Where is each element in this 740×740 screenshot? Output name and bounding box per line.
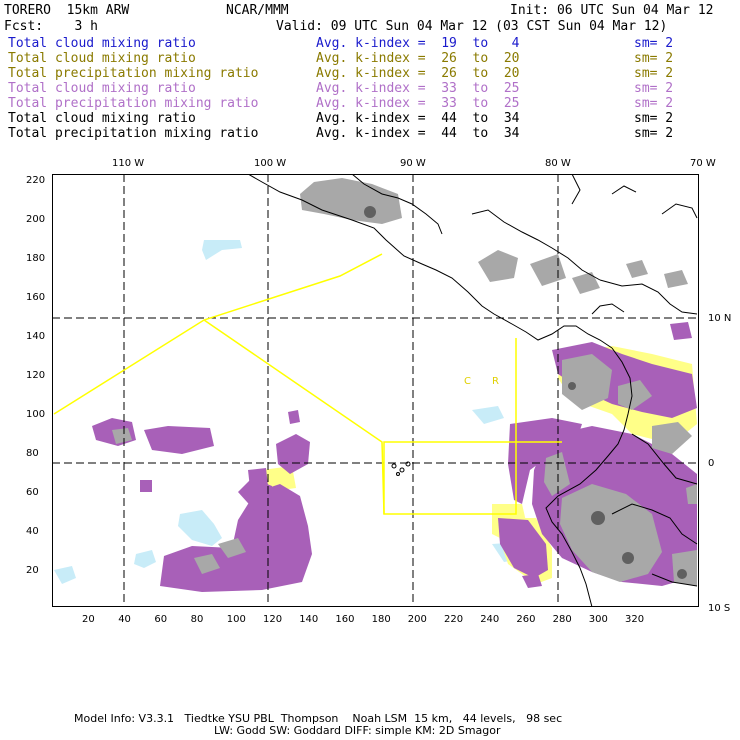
forecast-map: C R [52, 174, 699, 607]
y-grid-label: 200 [26, 214, 46, 225]
legend-field-name: Total precipitation mixing ratio [8, 96, 259, 111]
x-grid-label: 220 [444, 614, 464, 625]
x-grid-label: 40 [118, 614, 131, 625]
lon-label-80w: 80 W [545, 158, 571, 169]
lon-label-100w: 100 W [254, 158, 287, 169]
legend-kindex: Avg. k-index = 26 to 20 [316, 66, 520, 81]
valid-time: Valid: 09 UTC Sun 04 Mar 12 (03 CST Sun … [276, 19, 668, 34]
map-region-label-r: R [492, 376, 499, 387]
legend-kindex: Avg. k-index = 44 to 34 [316, 111, 520, 126]
x-grid-label: 160 [335, 614, 355, 625]
legend-smoothing: sm= 2 [634, 36, 674, 51]
x-grid-label: 60 [154, 614, 168, 625]
model-title: TORERO 15km ARW [4, 3, 130, 18]
organization-label: NCAR/MMM [226, 3, 289, 18]
legend-smoothing: sm= 2 [634, 51, 674, 66]
legend-kindex: Avg. k-index = 19 to 4 [316, 36, 520, 51]
x-grid-label: 100 [226, 614, 246, 625]
x-grid-label: 120 [263, 614, 283, 625]
x-grid-label: 180 [371, 614, 391, 625]
y-grid-label: 220 [26, 175, 46, 186]
legend-smoothing: sm= 2 [634, 66, 674, 81]
y-grid-label: 120 [26, 370, 46, 381]
x-grid-label: 300 [588, 614, 608, 625]
legend-kindex: Avg. k-index = 33 to 25 [316, 96, 520, 111]
legend-smoothing: sm= 2 [634, 126, 674, 141]
y-grid-label: 160 [26, 292, 46, 303]
y-grid-label: 60 [26, 487, 39, 498]
map-region-label-c: C [464, 376, 471, 387]
lat-label-0: 0 [708, 458, 715, 469]
legend-field-name: Total cloud mixing ratio [8, 36, 196, 51]
x-grid-label: 240 [480, 614, 500, 625]
lon-label-90w: 90 W [400, 158, 426, 169]
x-grid-label: 260 [516, 614, 536, 625]
lat-label-10n: 10 N [708, 313, 732, 324]
legend-field-name: Total precipitation mixing ratio [8, 126, 259, 141]
y-grid-label: 180 [26, 253, 46, 264]
legend-kindex: Avg. k-index = 33 to 25 [316, 81, 520, 96]
legend-field-name: Total cloud mixing ratio [8, 111, 196, 126]
legend-field-name: Total cloud mixing ratio [8, 81, 196, 96]
forecast-hour: Fcst: 3 h [4, 19, 98, 34]
y-grid-label: 100 [26, 409, 46, 420]
x-grid-label: 320 [625, 614, 645, 625]
lon-label-70w: 70 W [690, 158, 716, 169]
legend-smoothing: sm= 2 [634, 111, 674, 126]
x-grid-label: 140 [299, 614, 319, 625]
lat-label-10s: 10 S [708, 603, 731, 614]
x-grid-label: 20 [82, 614, 95, 625]
legend-smoothing: sm= 2 [634, 81, 674, 96]
init-time: Init: 06 UTC Sun 04 Mar 12 [510, 3, 714, 18]
legend-field-name: Total cloud mixing ratio [8, 51, 196, 66]
legend-kindex: Avg. k-index = 44 to 34 [316, 126, 520, 141]
legend-field-name: Total precipitation mixing ratio [8, 66, 259, 81]
y-grid-label: 20 [26, 565, 39, 576]
lon-label-110w: 110 W [112, 158, 145, 169]
y-grid-label: 80 [26, 448, 39, 459]
model-info-line-2: LW: Godd SW: Goddard DIFF: simple KM: 2D… [214, 724, 501, 737]
y-grid-label: 140 [26, 331, 46, 342]
x-grid-label: 280 [552, 614, 572, 625]
legend-kindex: Avg. k-index = 26 to 20 [316, 51, 520, 66]
y-grid-label: 40 [26, 526, 39, 537]
legend-smoothing: sm= 2 [634, 96, 674, 111]
x-grid-label: 80 [190, 614, 204, 625]
x-grid-label: 200 [407, 614, 427, 625]
